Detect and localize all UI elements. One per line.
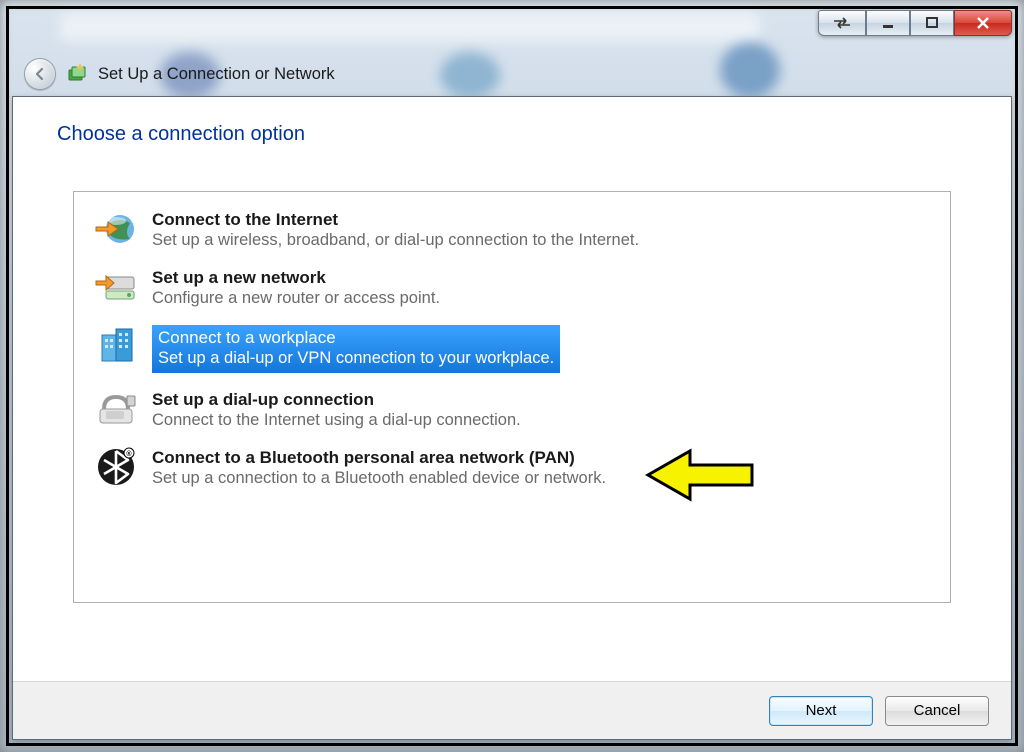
wizard-client-area: Choose a connection option Connect to th… [12,96,1012,740]
option-title: Connect to a Bluetooth personal area net… [152,447,606,468]
option-desc: Set up a wireless, broadband, or dial-up… [152,230,639,251]
connection-options-list: Connect to the Internet Set up a wireles… [73,191,951,603]
option-title: Connect to the Internet [152,209,639,230]
globe-arrow-icon [92,209,140,249]
option-desc: Set up a connection to a Bluetooth enabl… [152,468,606,489]
option-title: Set up a new network [152,267,440,288]
phone-modem-icon [92,389,140,429]
option-desc: Set up a dial-up or VPN connection to yo… [158,348,554,369]
svg-text:®: ® [126,450,132,458]
wizard-app-icon [66,63,88,85]
option-desc: Configure a new router or access point. [152,288,440,309]
wizard-title: Set Up a Connection or Network [98,65,335,84]
option-bluetooth-pan[interactable]: ® Connect to a Bluetooth personal area n… [86,440,950,498]
minimize-button[interactable] [866,10,910,36]
option-title: Connect to a workplace [158,327,554,348]
bluetooth-icon: ® [92,447,140,487]
option-setup-network[interactable]: Set up a new network Configure a new rou… [86,260,950,318]
option-dialup[interactable]: Set up a dial-up connection Connect to t… [86,382,950,440]
close-button[interactable] [954,10,1012,36]
option-desc: Connect to the Internet using a dial-up … [152,410,521,431]
caption-switch-button[interactable] [818,10,866,36]
router-icon [92,267,140,307]
back-button[interactable] [24,58,56,90]
page-heading: Choose a connection option [57,123,305,146]
option-connect-workplace[interactable]: Connect to a workplace Set up a dial-up … [86,318,950,382]
next-button[interactable]: Next [769,696,873,726]
wizard-header: Set Up a Connection or Network [24,58,335,90]
option-connect-internet[interactable]: Connect to the Internet Set up a wireles… [86,202,950,260]
window-caption-buttons [818,10,1012,36]
maximize-button[interactable] [910,10,954,36]
option-title: Set up a dial-up connection [152,389,521,410]
buildings-icon [92,325,140,365]
wizard-footer: Next Cancel [13,681,1011,739]
cancel-button[interactable]: Cancel [885,696,989,726]
